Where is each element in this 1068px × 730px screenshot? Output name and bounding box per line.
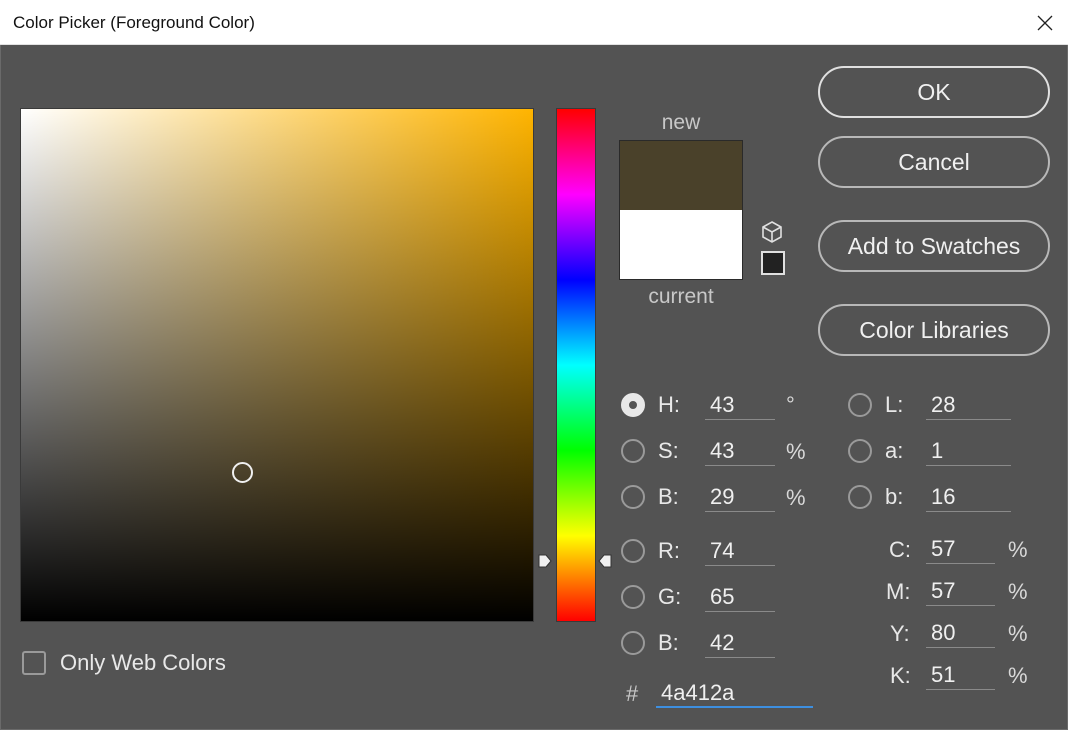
websafe-color-swatch[interactable] (761, 251, 785, 275)
lab-b-radio[interactable] (848, 485, 872, 509)
magenta-unit: % (1008, 579, 1028, 604)
black-input[interactable]: 51 (926, 660, 995, 690)
lab-b-input[interactable]: 16 (926, 482, 1011, 512)
add-to-swatches-button[interactable]: Add to Swatches (818, 220, 1050, 272)
cancel-button[interactable]: Cancel (818, 136, 1050, 188)
only-web-colors-checkbox[interactable] (22, 651, 46, 675)
red-radio[interactable] (621, 539, 645, 563)
saturation-radio[interactable] (621, 439, 645, 463)
brightness-unit: % (786, 485, 806, 510)
lab-a-radio[interactable] (848, 439, 872, 463)
green-label: G: (658, 584, 682, 609)
green-input[interactable]: 65 (705, 582, 775, 612)
green-row: G: (621, 580, 681, 614)
brightness-radio[interactable] (621, 485, 645, 509)
yellow-unit: % (1008, 621, 1028, 646)
yellow-label: Y: (890, 621, 910, 646)
magenta-label: M: (886, 579, 911, 604)
lab-b-label: b: (885, 484, 904, 509)
brightness-input[interactable]: 29 (705, 482, 775, 512)
lab-a-label: a: (885, 438, 904, 463)
red-label: R: (658, 538, 680, 563)
hex-input[interactable]: 4a412a (656, 678, 813, 708)
saturation-row: S: (621, 434, 679, 468)
red-row: R: (621, 534, 680, 568)
hue-slider[interactable] (556, 108, 596, 622)
lab-l-input[interactable]: 28 (926, 390, 1011, 420)
new-color-swatch (619, 140, 743, 210)
lab-l-label: L: (885, 392, 904, 417)
blue-radio[interactable] (621, 631, 645, 655)
title-bar: Color Picker (Foreground Color) (0, 0, 1068, 45)
lab-l-row: L: (848, 388, 903, 422)
cyan-label: C: (889, 537, 911, 562)
cyan-input[interactable]: 57 (926, 534, 995, 564)
only-web-colors-label: Only Web Colors (60, 650, 226, 675)
close-icon (1037, 15, 1053, 30)
new-color-label: new (661, 111, 701, 134)
saturation-label: S: (658, 438, 679, 463)
brightness-row: B: (621, 480, 679, 514)
brightness-label: B: (658, 484, 679, 509)
ok-button[interactable]: OK (818, 66, 1050, 118)
black-label: K: (890, 663, 911, 688)
lab-l-radio[interactable] (848, 393, 872, 417)
hue-label: H: (658, 392, 680, 417)
blue-label: B: (658, 630, 679, 655)
hue-row: H: (621, 388, 680, 422)
close-button[interactable] (1022, 0, 1068, 45)
red-input[interactable]: 74 (705, 536, 775, 566)
hex-label: # (626, 681, 639, 706)
window-title: Color Picker (Foreground Color) (13, 13, 255, 32)
hue-unit: ° (786, 392, 795, 417)
hue-slider-right-arrow-icon[interactable] (598, 553, 612, 569)
websafe-cube-icon[interactable] (760, 220, 784, 244)
magenta-input[interactable]: 57 (926, 576, 995, 606)
cyan-unit: % (1008, 537, 1028, 562)
color-field-marker[interactable] (232, 462, 253, 483)
color-field[interactable] (20, 108, 534, 622)
green-radio[interactable] (621, 585, 645, 609)
current-color-label: current (648, 285, 714, 308)
hue-radio[interactable] (621, 393, 645, 417)
color-libraries-button[interactable]: Color Libraries (818, 304, 1050, 356)
hue-input[interactable]: 43 (705, 390, 775, 420)
saturation-input[interactable]: 43 (705, 436, 775, 466)
yellow-input[interactable]: 80 (926, 618, 995, 648)
current-color-swatch[interactable] (619, 210, 743, 280)
only-web-colors-option[interactable]: Only Web Colors (22, 650, 226, 676)
lab-a-input[interactable]: 1 (926, 436, 1011, 466)
hue-slider-left-arrow-icon[interactable] (538, 553, 552, 569)
lab-b-row: b: (848, 480, 903, 514)
blue-input[interactable]: 42 (705, 628, 775, 658)
blue-row: B: (621, 626, 679, 660)
lab-a-row: a: (848, 434, 903, 468)
saturation-unit: % (786, 439, 806, 464)
black-unit: % (1008, 663, 1028, 688)
